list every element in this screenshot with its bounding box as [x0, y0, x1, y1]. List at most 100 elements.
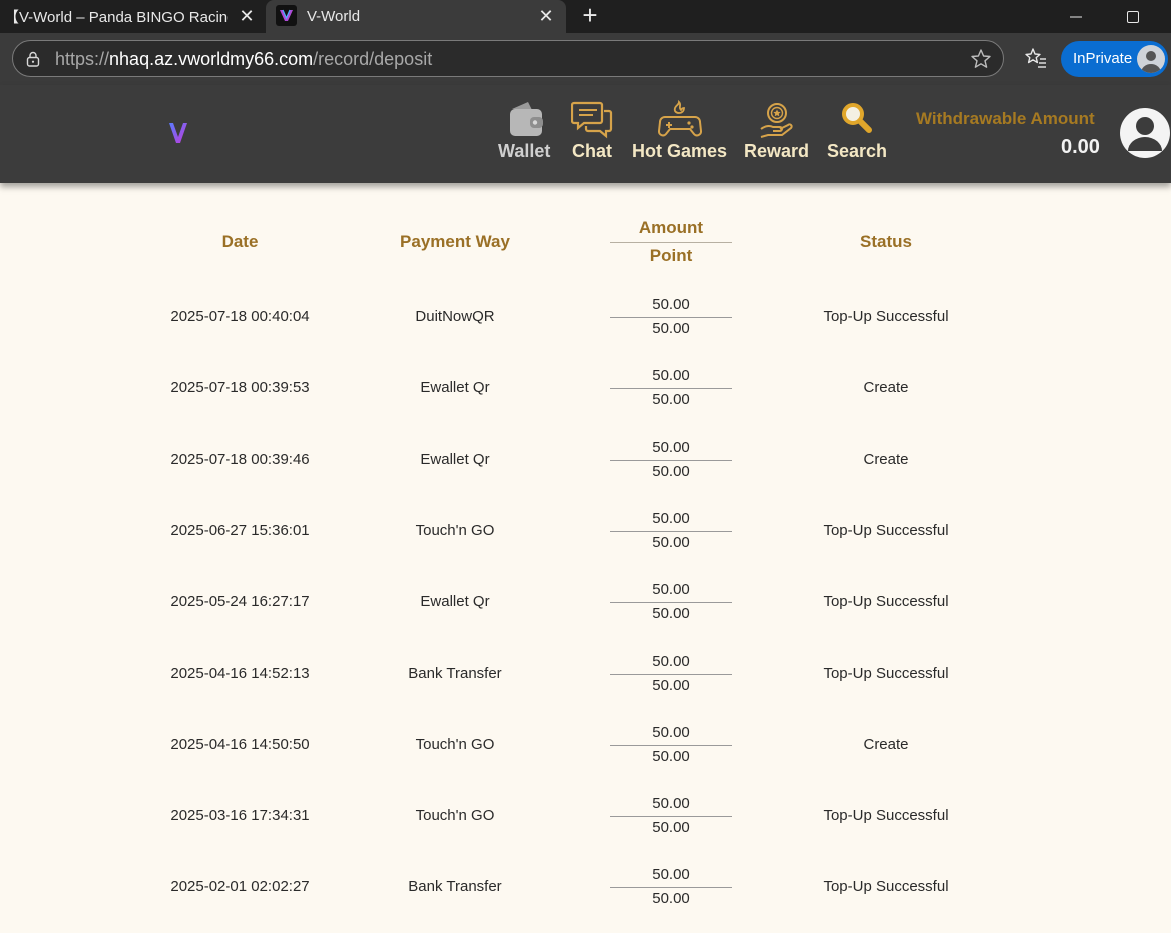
search-icon	[842, 103, 873, 133]
inprivate-button[interactable]: InPrivate	[1061, 41, 1168, 77]
nav-search-label: Search	[827, 141, 888, 161]
row-payment-way: Ewallet Qr	[420, 451, 490, 468]
row-point: 50.00	[652, 890, 690, 907]
row-date: 2025-07-18 00:39:53	[170, 379, 310, 396]
row-payment-way: Ewallet Qr	[420, 379, 490, 396]
url-text: https://nhaq.az.vworldmy66.com/record/de…	[55, 49, 432, 70]
nav-hot-games-label: Hot Games	[632, 141, 728, 161]
row-payment-way: Touch'n GO	[415, 736, 495, 753]
row-point: 50.00	[652, 463, 690, 480]
nav-hot-games[interactable]: Hot Games	[632, 99, 727, 162]
row-date: 2025-06-27 15:36:01	[170, 522, 310, 539]
row-amount: 50.00	[652, 795, 690, 812]
row-payment-way: Touch'n GO	[415, 522, 495, 539]
row-status: Top-Up Successful	[823, 878, 949, 895]
v-world-logo-icon[interactable]	[166, 121, 190, 145]
row-amount: 50.00	[652, 367, 690, 384]
row-point: 50.00	[652, 605, 690, 622]
row-point: 50.00	[652, 748, 690, 765]
browser-tab-panda-bingo[interactable]: 【V-World – Panda BINGO Racing f ✕	[0, 0, 265, 33]
url-scheme: https://	[55, 49, 110, 69]
row-date: 2025-02-01 02:02:27	[170, 878, 310, 895]
amount-point-divider	[610, 460, 732, 461]
browser-address-bar: https://nhaq.az.vworldmy66.com/record/de…	[0, 33, 1171, 85]
url-input[interactable]: https://nhaq.az.vworldmy66.com/record/de…	[12, 40, 1004, 77]
row-date: 2025-05-24 16:27:17	[170, 593, 310, 610]
url-host: nhaq.az.vworldmy66.com	[109, 49, 314, 69]
row-point: 50.00	[652, 391, 690, 408]
chat-icon	[571, 101, 613, 139]
close-tab-icon[interactable]: ✕	[534, 4, 558, 28]
row-payment-way: Bank Transfer	[408, 878, 502, 895]
row-status: Create	[863, 736, 909, 753]
favorites-list-icon[interactable]	[1024, 46, 1048, 70]
site-header: Wallet Chat Hot Games Reward Search With…	[0, 85, 1171, 183]
nav-chat[interactable]: Chat	[571, 99, 613, 162]
row-point: 50.00	[652, 320, 690, 337]
amount-point-divider	[610, 816, 732, 817]
amount-point-divider	[610, 674, 732, 675]
nav-wallet[interactable]: Wallet	[498, 99, 550, 162]
tab-title: V-World	[307, 8, 361, 25]
row-amount: 50.00	[652, 296, 690, 313]
amount-point-divider	[610, 887, 732, 888]
row-amount: 50.00	[652, 724, 690, 741]
amount-point-divider	[610, 388, 732, 389]
row-status: Create	[863, 379, 909, 396]
row-amount: 50.00	[652, 866, 690, 883]
user-avatar-icon[interactable]	[1120, 107, 1170, 159]
reward-icon	[759, 103, 793, 138]
amount-point-divider	[610, 745, 732, 746]
row-point: 50.00	[652, 677, 690, 694]
v-world-favicon-icon	[276, 5, 297, 26]
wallet-icon	[510, 102, 544, 136]
row-status: Top-Up Successful	[823, 593, 949, 610]
gamepad-icon	[657, 99, 702, 137]
column-header-status: Status	[860, 232, 912, 251]
column-header-amount: Amount	[638, 218, 704, 237]
amount-point-divider	[610, 602, 732, 603]
nav-reward-label: Reward	[744, 141, 810, 161]
withdrawable-amount-value: 0.00	[1061, 136, 1100, 158]
row-date: 2025-04-16 14:52:13	[170, 665, 310, 682]
row-date: 2025-03-16 17:34:31	[170, 807, 310, 824]
column-header-point: Point	[649, 246, 693, 265]
row-amount: 50.00	[652, 510, 690, 527]
minimize-window-icon[interactable]	[1053, 0, 1099, 33]
row-date: 2025-07-18 00:40:04	[170, 308, 310, 325]
nav-chat-label: Chat	[572, 141, 612, 161]
maximize-window-icon[interactable]	[1110, 0, 1156, 33]
nav-reward[interactable]: Reward	[744, 99, 809, 162]
inprivate-label: InPrivate	[1073, 50, 1133, 67]
column-header-date: Date	[221, 232, 259, 251]
row-date: 2025-07-18 00:39:46	[170, 451, 310, 468]
nav-wallet-label: Wallet	[498, 141, 551, 161]
row-point: 50.00	[652, 819, 690, 836]
close-tab-icon[interactable]: ✕	[235, 4, 259, 28]
row-payment-way: Ewallet Qr	[420, 593, 490, 610]
amount-point-divider	[610, 531, 732, 532]
favorite-star-icon[interactable]	[970, 48, 992, 70]
profile-avatar-icon	[1137, 45, 1165, 73]
browser-tab-bar: 【V-World – Panda BINGO Racing f ✕ V-Worl…	[0, 0, 1171, 33]
row-status: Top-Up Successful	[823, 522, 949, 539]
row-status: Top-Up Successful	[823, 665, 949, 682]
row-payment-way: Bank Transfer	[408, 665, 502, 682]
lock-icon[interactable]	[24, 50, 42, 68]
row-point: 50.00	[652, 534, 690, 551]
url-path: /record/deposit	[313, 49, 433, 69]
row-status: Top-Up Successful	[823, 308, 949, 325]
row-payment-way: DuitNowQR	[415, 308, 495, 325]
amount-point-divider	[610, 317, 732, 318]
new-tab-plus-icon[interactable]: +	[576, 2, 604, 30]
tab-title: 【V-World – Panda BINGO Racing f	[4, 9, 228, 26]
column-header-payment-way: Payment Way	[400, 232, 510, 251]
row-status: Top-Up Successful	[823, 807, 949, 824]
withdrawable-amount-label: Withdrawable Amount	[916, 109, 1095, 128]
row-amount: 50.00	[652, 581, 690, 598]
row-payment-way: Touch'n GO	[415, 807, 495, 824]
row-status: Create	[863, 451, 909, 468]
row-amount: 50.00	[652, 653, 690, 670]
nav-search[interactable]: Search	[827, 99, 887, 162]
browser-tab-v-world[interactable]: V-World ✕	[266, 0, 566, 33]
